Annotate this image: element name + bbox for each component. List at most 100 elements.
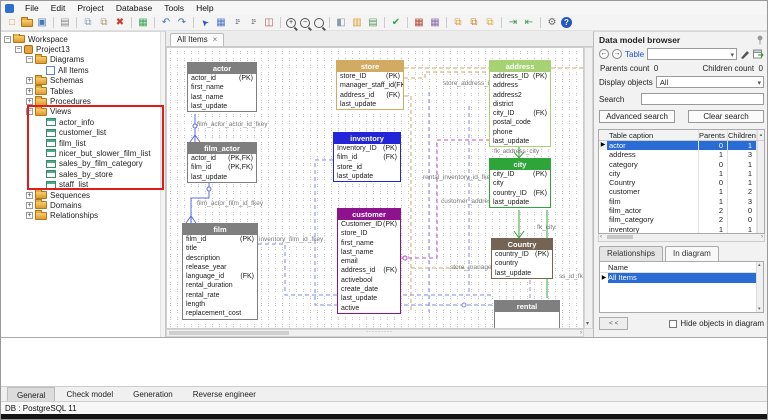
- er-table-address[interactable]: addressaddress_ID(PK)addressaddress2dist…: [489, 60, 551, 147]
- copy-icon[interactable]: ⧉: [81, 16, 95, 29]
- bottom-tab-check-model[interactable]: Check model: [57, 387, 122, 401]
- tree-toggle-icon[interactable]: −: [26, 56, 33, 63]
- diagram-canvas[interactable]: actoractor_id(PK)first_namelast_namelast…: [166, 47, 584, 329]
- tree-item-actor-info[interactable]: actor_info: [1, 117, 159, 127]
- bottom-tab-generation[interactable]: Generation: [124, 387, 182, 401]
- goto-table-icon[interactable]: [753, 49, 764, 59]
- er-table-city[interactable]: citycity_ID(PK)citycountry_ID(FK)last_up…: [489, 158, 551, 208]
- grid-row-city[interactable]: city11: [599, 169, 764, 178]
- one-to-many-icon[interactable]: 1¹: [246, 16, 260, 29]
- table-caption-grid[interactable]: Table captionParentsChildren▴▶actor01add…: [598, 129, 765, 234]
- tree-item-film-list[interactable]: film_list: [1, 138, 159, 148]
- in-diagram-list[interactable]: Name ▶All Items ▴ ▾: [599, 261, 764, 313]
- tree-item-workspace[interactable]: −Workspace: [1, 34, 159, 44]
- tree-toggle-icon[interactable]: +: [26, 98, 33, 105]
- properties-panel-icon[interactable]: ◧: [334, 16, 348, 29]
- copy-object-icon[interactable]: ⧉: [451, 16, 465, 29]
- duplicate-object-icon[interactable]: ⧉: [467, 16, 481, 29]
- collapse-button[interactable]: < <: [599, 317, 628, 330]
- tree-item-sales-by-store[interactable]: sales_by_store: [1, 169, 159, 179]
- menu-edit[interactable]: Edit: [45, 2, 72, 14]
- tree-item-staff-list[interactable]: staff_list: [1, 179, 159, 189]
- tree-item-views[interactable]: −Views: [1, 107, 159, 117]
- bottom-tab-reverse-engineer[interactable]: Reverse engineer: [184, 387, 265, 401]
- tree-item-sequences[interactable]: +Sequences: [1, 190, 159, 200]
- add-table-icon[interactable]: ▦: [136, 16, 150, 29]
- name-row-all-items[interactable]: ▶All Items: [600, 273, 763, 283]
- tree-toggle-icon[interactable]: +: [26, 202, 33, 209]
- hide-objects-checkbox[interactable]: [669, 320, 677, 328]
- er-table-customer[interactable]: customerCustomer_ID(PK)store_IDfirst_nam…: [337, 208, 401, 314]
- tree-toggle-icon[interactable]: +: [26, 77, 33, 84]
- open-folder-icon[interactable]: [21, 19, 33, 27]
- grid-row-inventory[interactable]: inventory11: [599, 225, 764, 234]
- menu-tools[interactable]: Tools: [158, 2, 190, 14]
- help-icon[interactable]: ?: [561, 17, 572, 28]
- er-table-actor[interactable]: actoractor_id(PK)first_namelast_namelast…: [187, 62, 257, 112]
- fk-lock-icon[interactable]: ▦: [428, 16, 442, 29]
- pin-icon[interactable]: [756, 35, 764, 45]
- grid-row-actor[interactable]: ▶actor01: [599, 141, 764, 150]
- pointer-icon[interactable]: ➤: [195, 13, 214, 32]
- er-table-rental[interactable]: rental: [494, 300, 560, 329]
- menu-file[interactable]: File: [19, 2, 45, 14]
- grid-row-film[interactable]: film13: [599, 197, 764, 206]
- tree-item-project13[interactable]: −Project13: [1, 44, 159, 54]
- tree-item-all-items[interactable]: All Items: [1, 65, 159, 75]
- tree-toggle-icon[interactable]: +: [26, 88, 33, 95]
- grid-hscrollbar[interactable]: ‹ ›: [598, 234, 765, 242]
- zoom-in-icon[interactable]: +: [286, 18, 296, 28]
- er-table-store[interactable]: storestore_ID(PK)manager_staff_id(FK)add…: [336, 60, 404, 110]
- splitter-handle[interactable]: ·········: [166, 330, 593, 337]
- grid-row-film_category[interactable]: film_category20: [599, 215, 764, 224]
- delete-icon[interactable]: ✖: [113, 16, 127, 29]
- tree-toggle-icon[interactable]: +: [26, 192, 33, 199]
- tab-close-icon[interactable]: ×: [213, 35, 218, 44]
- canvas-vscrollbar[interactable]: ▾: [584, 47, 593, 329]
- er-table-film[interactable]: filmfilm_id(PK)titledescriptionrelease_y…: [182, 223, 258, 320]
- tree-item-relationships[interactable]: +Relationships: [1, 211, 159, 221]
- documents-icon[interactable]: ▥: [350, 16, 364, 29]
- merge-objects-icon[interactable]: ⧉: [483, 16, 497, 29]
- tree-scrollbar[interactable]: [160, 32, 165, 337]
- check-model-icon[interactable]: ✔: [389, 16, 403, 29]
- search-input[interactable]: [641, 93, 764, 105]
- tree-toggle-icon[interactable]: −: [4, 36, 11, 43]
- export-icon[interactable]: ⇤: [522, 16, 536, 29]
- tree-item-domains[interactable]: +Domains: [1, 200, 159, 210]
- menu-project[interactable]: Project: [71, 2, 109, 14]
- clear-search-button[interactable]: Clear search: [688, 110, 764, 123]
- back-button[interactable]: ←: [599, 49, 609, 59]
- grid-row-film_actor[interactable]: film_actor20: [599, 206, 764, 215]
- table-icon[interactable]: ▦: [214, 16, 228, 29]
- advanced-search-button[interactable]: Advanced search: [599, 110, 675, 123]
- tree-toggle-icon[interactable]: −: [26, 108, 33, 115]
- tree-item-customer-list[interactable]: customer_list: [1, 128, 159, 138]
- zoom-out-icon[interactable]: −: [300, 18, 310, 28]
- tree-item-procedures[interactable]: +Procedures: [1, 96, 159, 106]
- grid-row-country[interactable]: Country01: [599, 178, 764, 187]
- zoom-reset-icon[interactable]: [314, 18, 324, 28]
- grid-row-category[interactable]: category01: [599, 160, 764, 169]
- forward-button[interactable]: →: [612, 49, 622, 59]
- save-icon[interactable]: ▣: [35, 16, 49, 29]
- tree-item-tables[interactable]: +Tables: [1, 86, 159, 96]
- undo-icon[interactable]: ↶: [159, 16, 173, 29]
- one-to-one-icon[interactable]: 1¹: [230, 16, 244, 29]
- paste-icon[interactable]: ⧉: [97, 16, 111, 29]
- tree-toggle-icon[interactable]: −: [15, 46, 22, 53]
- er-table-inventory[interactable]: inventoryInventory_ID(PK)film_id(FK)stor…: [333, 132, 401, 182]
- menu-database[interactable]: Database: [110, 2, 158, 14]
- grid-row-address[interactable]: address13: [599, 150, 764, 159]
- fk-check-icon[interactable]: ▦: [412, 16, 426, 29]
- tree-item-diagrams[interactable]: −Diagrams: [1, 55, 159, 65]
- er-table-country[interactable]: Countrycountry_ID(PK)countrylast_update: [491, 238, 553, 279]
- grid-row-customer[interactable]: customer12: [599, 187, 764, 196]
- edit-pencil-icon[interactable]: [740, 49, 750, 59]
- form-view-icon[interactable]: ▤: [366, 16, 380, 29]
- tab-in-diagram[interactable]: In diagram: [665, 246, 719, 261]
- tab-all-items[interactable]: All Items ×: [170, 33, 224, 46]
- display-objects-combo[interactable]: All: [656, 76, 764, 88]
- tab-relationships[interactable]: Relationships: [599, 246, 663, 261]
- relations-icon[interactable]: ◫: [262, 16, 276, 29]
